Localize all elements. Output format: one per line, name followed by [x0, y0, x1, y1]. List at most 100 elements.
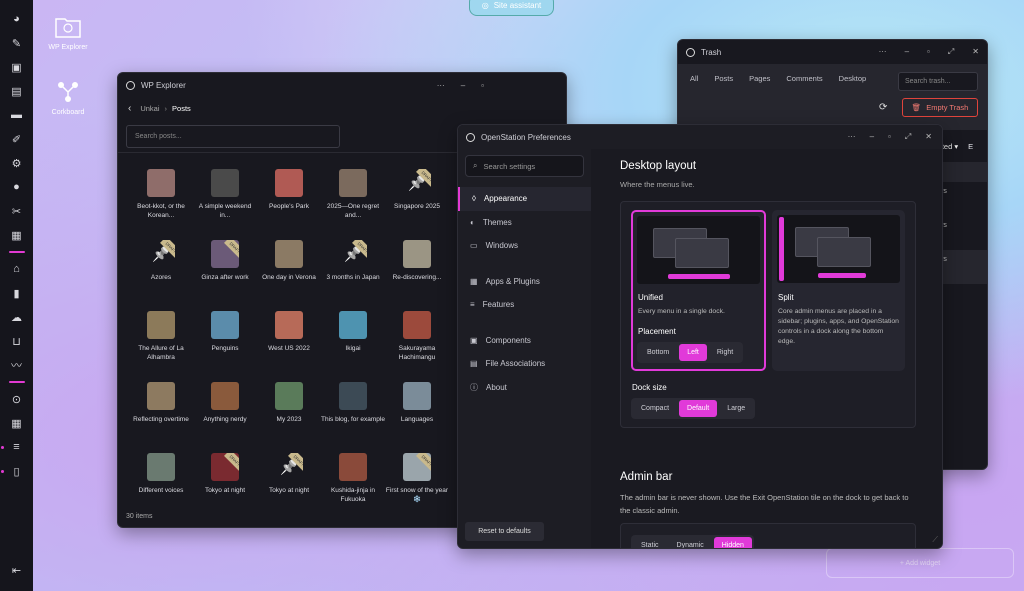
settings-icon[interactable]: ▦	[0, 223, 33, 247]
nav-item-appearance[interactable]: ◊ Appearance	[458, 187, 591, 211]
post-item[interactable]: 📌 DRAFT Singapore 2025	[385, 169, 449, 240]
maximize-icon[interactable]: ⤢	[905, 132, 911, 142]
more-icon[interactable]: ···	[879, 47, 887, 57]
trash-tab[interactable]: All	[690, 74, 698, 83]
post-item[interactable]: DRAFT Ginza after work	[193, 240, 257, 311]
nav-item-components[interactable]: ▣ Components	[458, 329, 591, 353]
nav-item-about[interactable]: ⓘ About	[458, 376, 591, 400]
post-item[interactable]: My 2023	[257, 382, 321, 453]
trash-search-input[interactable]: Search trash...	[898, 72, 978, 91]
explorer-titlebar[interactable]: WP Explorer ··· – ▫	[118, 73, 566, 97]
layout-option-unified[interactable]: Unified Every menu in a single dock. Pla…	[631, 210, 766, 371]
plugins-icon[interactable]: ⚙	[0, 151, 33, 175]
post-item[interactable]: DRAFT First snow of the year ❄️	[385, 453, 449, 524]
trash-icon[interactable]: ▯	[0, 459, 33, 483]
home-icon[interactable]: ⌂	[0, 257, 33, 281]
minimize-icon[interactable]: –	[905, 47, 909, 57]
layout-option-split[interactable]: Split Core admin menus are placed in a s…	[772, 210, 905, 371]
feedback-icon[interactable]: ⊙	[0, 387, 33, 411]
desktop-icon-wp-explorer[interactable]: WP Explorer	[33, 14, 103, 51]
post-title: The Allure of La Alhambra	[138, 345, 184, 361]
post-item[interactable]: Reflecting overtime	[129, 382, 193, 453]
breadcrumb-root[interactable]: Unkai	[140, 104, 159, 113]
admin-bar-option-hidden[interactable]: Hidden	[713, 537, 752, 548]
restore-icon[interactable]: ▫	[481, 81, 484, 90]
preferences-titlebar[interactable]: OpenStation Preferences ··· – ▫ ⤢ ✕	[458, 125, 942, 149]
activity-icon[interactable]: 〰	[0, 353, 33, 377]
maximize-icon[interactable]: ⤢	[948, 47, 954, 57]
back-icon[interactable]: ‹	[128, 103, 131, 114]
nav-item-themes[interactable]: ◐ Themes	[458, 211, 591, 235]
trash-tab[interactable]: Comments	[786, 74, 822, 83]
dock-size-option-large[interactable]: Large	[719, 400, 753, 417]
placement-option-bottom[interactable]: Bottom	[639, 344, 677, 361]
cloud-icon[interactable]: ☁	[0, 305, 33, 329]
desktop-icon-corkboard[interactable]: Corkboard	[33, 79, 103, 116]
refresh-icon[interactable]: ⟳	[879, 102, 887, 113]
dock-size-option-compact[interactable]: Compact	[633, 400, 677, 417]
nav-item-features[interactable]: ≡ Features	[458, 293, 591, 317]
dashboard-icon[interactable]: ◕	[0, 7, 33, 31]
placement-option-right[interactable]: Right	[709, 344, 741, 361]
post-item[interactable]: Languages	[385, 382, 449, 453]
brush-icon[interactable]: ✐	[0, 127, 33, 151]
sliders-icon[interactable]: ≡	[0, 435, 33, 459]
apps-icon[interactable]: ▦	[0, 411, 33, 435]
comments-icon[interactable]: ▬	[0, 103, 33, 127]
logout-icon[interactable]: ⇤	[0, 558, 33, 582]
tools-icon[interactable]: ✂	[0, 199, 33, 223]
post-item[interactable]: 📌 DRAFT Azores	[129, 240, 193, 311]
resize-handle[interactable]: ⟋	[932, 535, 938, 545]
restore-icon[interactable]: ▫	[888, 132, 891, 142]
post-item[interactable]: Penguins	[193, 311, 257, 382]
nav-item-file-associations[interactable]: ▤ File Associations	[458, 352, 591, 376]
minimize-icon[interactable]: –	[461, 81, 465, 90]
post-item[interactable]: People's Park	[257, 169, 321, 240]
window-icon	[466, 132, 475, 142]
placement-option-left[interactable]: Left	[679, 344, 707, 361]
media-icon[interactable]: ▣	[0, 55, 33, 79]
site-assistant-button[interactable]: ◎ Site assistant	[469, 0, 554, 16]
trash-tab[interactable]: Posts	[714, 74, 733, 83]
pages-icon[interactable]: ▤	[0, 79, 33, 103]
more-icon[interactable]: ···	[848, 132, 856, 142]
stats-icon[interactable]: ▮	[0, 281, 33, 305]
post-item[interactable]: The Allure of La Alhambra	[129, 311, 193, 382]
trash-tab[interactable]: Desktop	[839, 74, 867, 83]
pin-icon[interactable]: ✎	[0, 31, 33, 55]
more-icon[interactable]: ···	[437, 81, 445, 90]
post-item[interactable]: Beot-kkot, or the Korean...	[129, 169, 193, 240]
post-item[interactable]: Kushida-jinja in Fukuoka	[321, 453, 385, 524]
posts-search-input[interactable]: Search posts...	[126, 125, 340, 148]
trash-toolbar: All Posts Pages Comments Desktop Search tras…	[678, 64, 987, 130]
post-item[interactable]: One day in Verona	[257, 240, 321, 311]
post-item[interactable]: DRAFT Tokyo at night	[193, 453, 257, 524]
post-item[interactable]: This blog, for example	[321, 382, 385, 453]
post-item[interactable]: West US 2022	[257, 311, 321, 382]
post-item[interactable]: A simple weekend in...	[193, 169, 257, 240]
post-item[interactable]: Anything nerdy	[193, 382, 257, 453]
nav-item-apps-plugins[interactable]: ▦ Apps & Plugins	[458, 270, 591, 294]
admin-bar-option-dynamic[interactable]: Dynamic	[669, 537, 712, 548]
close-icon[interactable]: ✕	[972, 47, 979, 57]
settings-search-input[interactable]: ⌕ Search settings	[465, 155, 584, 177]
reset-defaults-button[interactable]: Reset to defaults	[465, 522, 544, 541]
post-item[interactable]: 📌 DRAFT 3 months in Japan	[321, 240, 385, 311]
post-item[interactable]: Sakurayama Hachimangu	[385, 311, 449, 382]
dock-size-option-default[interactable]: Default	[679, 400, 718, 417]
restore-icon[interactable]: ▫	[927, 47, 930, 57]
post-item[interactable]: 📌 DRAFT Tokyo at night	[257, 453, 321, 524]
nav-item-windows[interactable]: ▭ Windows	[458, 234, 591, 258]
user-icon[interactable]: ●	[0, 175, 33, 199]
trash-tab[interactable]: Pages	[749, 74, 770, 83]
minimize-icon[interactable]: –	[870, 132, 874, 142]
post-item[interactable]: 2025—One regret and...	[321, 169, 385, 240]
post-item[interactable]: Re-discovering...	[385, 240, 449, 311]
trash-titlebar[interactable]: Trash ··· – ▫ ⤢ ✕	[678, 40, 987, 64]
empty-trash-button[interactable]: 🗑 Empty Trash	[902, 98, 978, 117]
admin-bar-option-static[interactable]: Static	[633, 537, 667, 548]
add-widget-button[interactable]: + Add widget	[826, 548, 1014, 578]
post-item[interactable]: Ikigai	[321, 311, 385, 382]
close-icon[interactable]: ✕	[925, 132, 932, 142]
cart-icon[interactable]: ⊔	[0, 329, 33, 353]
